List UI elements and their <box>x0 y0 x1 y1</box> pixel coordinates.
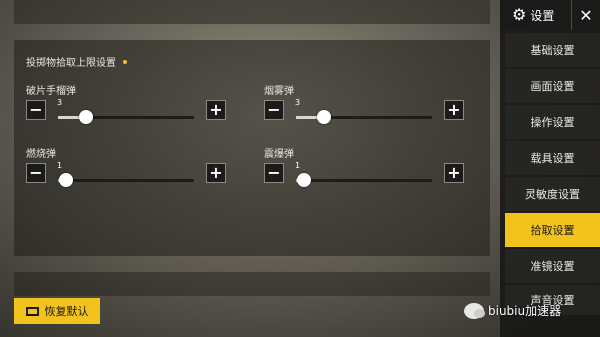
top-panel-strip <box>14 0 490 24</box>
sidebar-item-label: 操作设置 <box>530 116 575 129</box>
section-title: 投掷物拾取上限设置 <box>26 54 127 69</box>
sidebar-item-controls[interactable]: 操作设置 <box>505 105 600 139</box>
sidebar-item-label: 画面设置 <box>530 80 575 93</box>
slider-label: 燃烧弹 <box>26 149 56 160</box>
slider-track[interactable] <box>58 179 194 182</box>
wechat-logo-icon <box>464 302 485 319</box>
sidebar-item-label: 准镜设置 <box>530 260 575 273</box>
decrease-button[interactable]: − <box>26 163 46 183</box>
settings-title-text: 设置 <box>530 8 555 23</box>
slider-label: 烟雾弹 <box>264 86 294 97</box>
increase-button[interactable]: + <box>206 163 226 183</box>
slider-label: 破片手榴弹 <box>26 86 76 97</box>
reset-default-label: 恢复默认 <box>44 305 89 318</box>
reset-default-button[interactable]: 恢复默认 <box>14 298 100 324</box>
increase-button[interactable]: + <box>444 163 464 183</box>
increase-button[interactable]: + <box>206 100 226 120</box>
sidebar-item-pickup[interactable]: 拾取设置 <box>505 213 600 247</box>
close-icon[interactable]: ✕ <box>571 0 600 30</box>
sidebar-item-label: 基础设置 <box>530 44 575 57</box>
watermark: biubiu加速器 <box>464 302 561 319</box>
decrease-button[interactable]: − <box>264 100 284 120</box>
slider-value: 1 <box>57 161 63 170</box>
slider-track[interactable] <box>296 116 432 119</box>
sidebar-item-label: 灵敏度设置 <box>525 188 580 201</box>
slider-value: 3 <box>57 98 63 107</box>
settings-header: ⚙ 设置 ✕ <box>500 0 600 30</box>
decrease-button[interactable]: − <box>264 163 284 183</box>
slider-track[interactable] <box>296 179 432 182</box>
section-title-text: 投掷物拾取上限设置 <box>26 58 116 69</box>
slider-value: 3 <box>295 98 301 107</box>
slider-value: 1 <box>295 161 301 170</box>
sidebar-item-basic[interactable]: 基础设置 <box>505 33 600 67</box>
pickup-limit-panel <box>14 40 490 256</box>
slider-track[interactable] <box>58 116 194 119</box>
sidebar-item-vehicle[interactable]: 载具设置 <box>505 141 600 175</box>
reset-icon <box>25 306 39 316</box>
increase-button[interactable]: + <box>444 100 464 120</box>
sidebar-item-label: 拾取设置 <box>530 224 575 237</box>
slider-knob[interactable] <box>297 173 311 187</box>
settings-title: ⚙ 设置 <box>512 7 554 24</box>
decrease-button[interactable]: − <box>26 100 46 120</box>
sidebar-item-label: 载具设置 <box>530 152 575 165</box>
sidebar-item-sensitivity[interactable]: 灵敏度设置 <box>505 177 600 211</box>
gear-icon: ⚙ <box>512 5 527 24</box>
watermark-text: biubiu加速器 <box>488 304 562 318</box>
sidebar-item-scope[interactable]: 准镜设置 <box>505 249 600 283</box>
lower-panel-strip <box>14 272 490 296</box>
slider-knob[interactable] <box>59 173 73 187</box>
sidebar-item-graphics[interactable]: 画面设置 <box>505 69 600 103</box>
info-dot-icon <box>123 59 127 64</box>
slider-label: 震爆弹 <box>264 149 294 160</box>
